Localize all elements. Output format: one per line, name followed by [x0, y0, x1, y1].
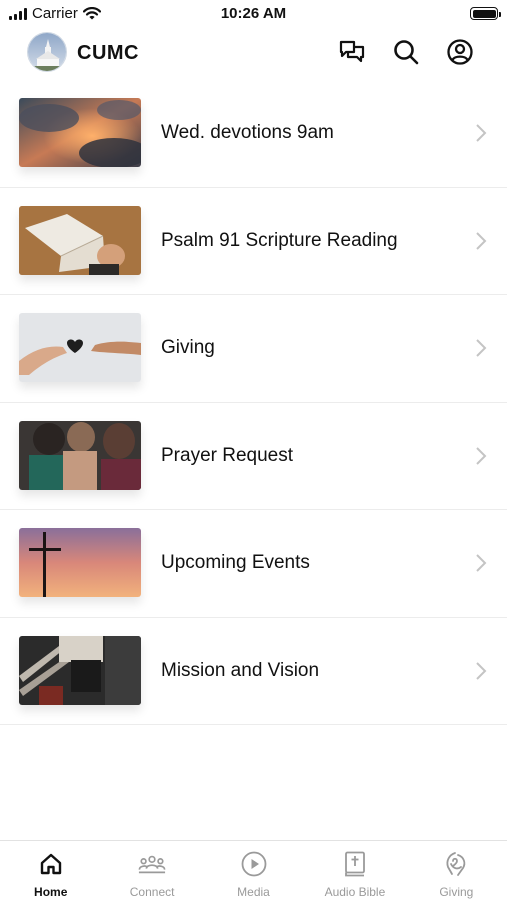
tab-label: Home — [34, 885, 68, 899]
play-icon — [240, 850, 268, 878]
tab-audio-bible[interactable]: Audio Bible — [304, 841, 405, 900]
chevron-right-icon — [476, 232, 487, 250]
account-icon[interactable] — [446, 38, 474, 66]
item-label: Wed. devotions 9am — [161, 122, 334, 144]
home-icon — [37, 850, 65, 878]
sunset-clouds-image — [19, 98, 141, 167]
bible-icon — [341, 850, 369, 878]
list-item-wed-devotions[interactable]: Wed. devotions 9am — [0, 80, 507, 188]
tab-label: Connect — [129, 885, 175, 899]
chevron-right-icon — [476, 554, 487, 572]
tab-giving[interactable]: Giving — [406, 841, 507, 900]
item-label: Psalm 91 Scripture Reading — [161, 229, 398, 251]
tab-connect[interactable]: Connect — [101, 841, 202, 900]
open-bible-image — [19, 205, 141, 275]
chevron-right-icon — [476, 339, 487, 357]
app-header: CUMC — [0, 28, 507, 80]
chevron-right-icon — [476, 662, 487, 680]
search-icon[interactable] — [392, 38, 420, 66]
org-name: CUMC — [77, 42, 139, 64]
chevron-right-icon — [476, 447, 487, 465]
people-icon — [138, 850, 166, 878]
tab-bar: Home Connect Media Audio Bible Giving — [0, 840, 507, 900]
hands-heart-image — [19, 313, 141, 382]
church-logo[interactable] — [27, 32, 67, 72]
giving-icon — [442, 850, 470, 878]
chat-icon[interactable] — [338, 38, 366, 66]
tab-media[interactable]: Media — [203, 841, 304, 900]
tab-home[interactable]: Home — [0, 841, 101, 900]
tab-label: Media — [237, 885, 270, 899]
status-time: 10:26 AM — [220, 5, 287, 22]
list-item-prayer-request[interactable]: Prayer Request — [0, 403, 507, 510]
list-item-mission-vision[interactable]: Mission and Vision — [0, 618, 507, 725]
tab-label: Audio Bible — [324, 885, 386, 899]
item-label: Prayer Request — [161, 444, 294, 466]
content-list: Wed. devotions 9am Psalm 91 Scripture Re… — [0, 80, 507, 725]
item-label: Mission and Vision — [161, 659, 320, 681]
tab-label: Giving — [439, 885, 474, 899]
item-label: Upcoming Events — [161, 552, 310, 574]
stairs-sitting-image — [19, 635, 141, 705]
list-item-psalm-91[interactable]: Psalm 91 Scripture Reading — [0, 188, 507, 295]
status-bar: Carrier 10:26 AM — [0, 0, 507, 28]
list-item-giving[interactable]: Giving — [0, 295, 507, 403]
battery-icon — [470, 7, 501, 20]
people-praying-image — [19, 420, 141, 490]
item-label: Giving — [161, 337, 215, 359]
list-item-upcoming-events[interactable]: Upcoming Events — [0, 510, 507, 618]
cross-sunset-image — [19, 528, 141, 597]
chevron-right-icon — [476, 124, 487, 142]
